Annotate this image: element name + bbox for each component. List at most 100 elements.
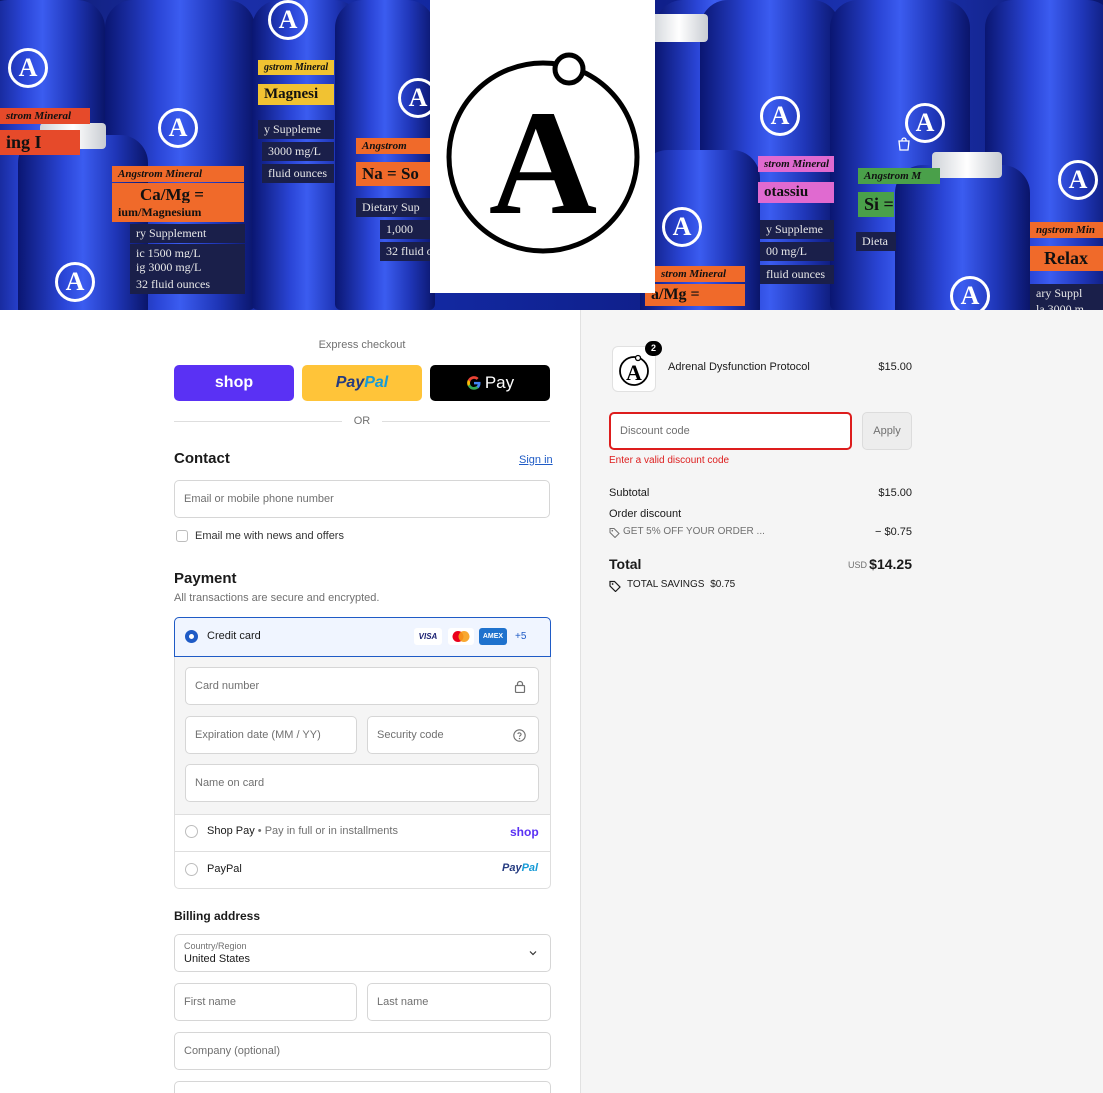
apply-discount-button[interactable]: Apply — [862, 412, 912, 450]
google-pay-button[interactable]: Pay — [430, 365, 550, 401]
newsletter-checkbox[interactable] — [176, 530, 188, 542]
bottle-logo: A — [55, 262, 95, 302]
bottle-label: strom Mineral — [655, 266, 745, 282]
subtotal-value: $15.00 — [878, 487, 912, 499]
bottle-label: y Suppleme — [258, 120, 334, 139]
savings-tag-icon — [609, 580, 621, 592]
divider — [174, 421, 342, 422]
bottle-label: Angstrom Mineral — [112, 166, 244, 182]
expiration-date-field[interactable]: Expiration date (MM / YY) — [185, 716, 357, 754]
last-name-field[interactable]: Last name — [367, 983, 551, 1021]
country-select[interactable]: Country/Region United States — [174, 934, 551, 972]
discount-code-applied: GET 5% OFF YOUR ORDER ... — [623, 526, 765, 537]
bottle-label: Relax — [1030, 246, 1103, 271]
newsletter-label: Email me with news and offers — [195, 530, 344, 542]
paypal-express-button[interactable]: Pay Pal — [302, 365, 422, 401]
total-savings-label: TOTAL SAVINGS — [627, 579, 705, 590]
billing-address-heading: Billing address — [174, 909, 261, 923]
bottle-label: Na = So — [356, 162, 430, 186]
bottle-label: Angstrom — [356, 138, 430, 154]
chevron-down-icon — [529, 951, 537, 956]
product-price: $15.00 — [878, 361, 912, 373]
bottle-cap — [932, 152, 1002, 178]
expiration-placeholder: Expiration date (MM / YY) — [195, 729, 321, 741]
payment-heading: Payment — [174, 570, 237, 587]
paypal-radio[interactable] — [185, 863, 198, 876]
company-field[interactable]: Company (optional) — [174, 1032, 551, 1070]
currency-code: USD — [848, 560, 868, 570]
bottle-label: a/Mg = — [645, 284, 745, 306]
bottle-label: strom Mineral — [758, 156, 834, 172]
discount-code-field[interactable]: Discount code — [609, 412, 852, 450]
header-banner: A A A A A A A A A A strom Mineral ing I … — [0, 0, 1103, 310]
store-logo[interactable]: A — [430, 0, 655, 293]
bottle-label: 32 fluid o — [380, 242, 430, 261]
cart-bag-icon[interactable] — [896, 136, 912, 152]
bottle-label: la 3000 m — [1030, 300, 1103, 310]
mastercard-icon — [448, 628, 474, 645]
credit-card-radio[interactable] — [185, 630, 198, 643]
google-pay-label: Pay — [484, 373, 515, 392]
bottle-label: gstrom Mineral — [258, 60, 334, 75]
google-g-icon — [467, 376, 481, 390]
email-field[interactable]: Email or mobile phone number — [174, 480, 550, 518]
bottle-label: strom Mineral — [0, 108, 90, 124]
bottle-label: Si = — [858, 192, 894, 217]
divider — [382, 421, 550, 422]
bottle-label: Magnesi — [258, 84, 334, 105]
card-number-placeholder: Card number — [195, 680, 260, 692]
discount-error-message: Enter a valid discount code — [609, 455, 730, 466]
bottle-label: ngstrom Min — [1030, 222, 1103, 238]
bottle-label: 3000 mg/L — [262, 142, 334, 161]
country-label: Country/Region — [184, 941, 247, 951]
sign-in-link[interactable]: Sign in — [519, 454, 553, 466]
bottle-logo: A — [158, 108, 198, 148]
credit-card-label: Credit card — [207, 630, 261, 642]
bottle-label: ry Supplement — [130, 224, 245, 243]
lock-icon — [514, 680, 526, 693]
bottle-label: ium/Magnesium — [112, 203, 244, 222]
bottle-label: 00 mg/L — [760, 242, 834, 261]
quantity-badge: 2 — [645, 341, 662, 356]
first-name-field[interactable]: First name — [174, 983, 357, 1021]
bottle-label: 1,000 — [380, 220, 430, 239]
last-name-placeholder: Last name — [377, 996, 429, 1008]
paypal-logo-part1: Pay — [502, 862, 522, 874]
name-on-card-field[interactable]: Name on card — [185, 764, 539, 802]
discount-code-placeholder: Discount code — [620, 425, 690, 437]
total-value: $14.25 — [869, 556, 912, 572]
subtotal-label: Subtotal — [609, 487, 650, 499]
shop-pay-option-label: Shop Pay — [207, 825, 255, 837]
product-bottle — [335, 0, 435, 310]
paypal-logo-part1: Pay — [335, 374, 365, 391]
help-circle-icon[interactable] — [513, 729, 526, 742]
total-savings-value: $0.75 — [710, 579, 736, 590]
shop-pay-description: Pay in full or in installments — [264, 825, 398, 837]
address-field[interactable] — [174, 1081, 551, 1093]
bottle-label: 32 fluid ounces — [130, 275, 245, 294]
first-name-placeholder: First name — [184, 996, 236, 1008]
country-value: United States — [184, 953, 251, 965]
bottle-logo: A — [8, 48, 48, 88]
bottle-logo: A — [760, 96, 800, 136]
bottle-logo: A — [1058, 160, 1098, 200]
security-code-field[interactable]: Security code — [367, 716, 539, 754]
more-brands-badge: +5 — [515, 631, 527, 642]
total-savings: TOTAL SAVINGS $0.75 — [627, 579, 735, 590]
bottle-label: ing I — [0, 130, 80, 155]
shop-pay-button-label: shop — [214, 374, 254, 391]
amex-icon: AMEX — [479, 628, 507, 645]
bottle-label: otassiu — [758, 182, 834, 203]
payment-subtext: All transactions are secure and encrypte… — [174, 592, 380, 604]
bottle-label: y Suppleme — [760, 220, 834, 239]
total-label: Total — [609, 556, 642, 572]
product-logo-letter: A — [626, 360, 642, 385]
visa-icon: VISA — [414, 628, 442, 645]
shop-pay-radio[interactable] — [185, 825, 198, 838]
shop-pay-button[interactable]: shop — [174, 365, 294, 401]
name-on-card-placeholder: Name on card — [195, 777, 265, 789]
card-number-field[interactable]: Card number — [185, 667, 539, 705]
paypal-logo-part2: Pal — [364, 374, 389, 391]
bottle-label: fluid ounces — [262, 164, 334, 183]
logo-letter: A — [488, 80, 596, 246]
